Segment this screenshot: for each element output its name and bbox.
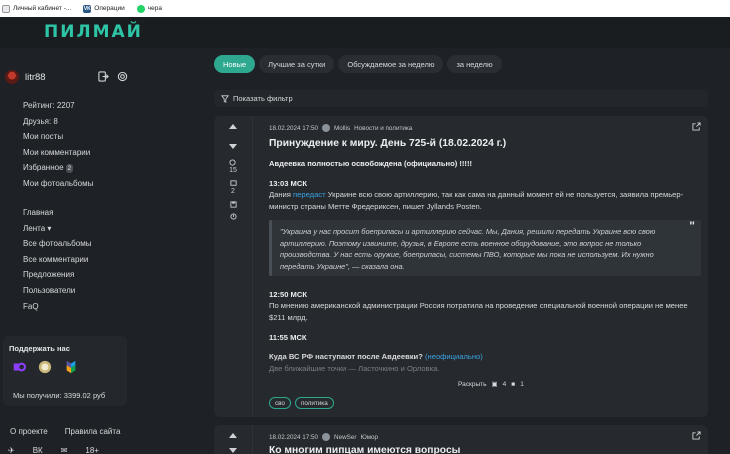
bookmark-operations[interactable]: VK Операции — [83, 4, 125, 13]
post-tags: сво политика — [269, 397, 334, 409]
tag-politics[interactable]: политика — [294, 397, 334, 409]
sidebar: litr88 Рейтинг: 2207 Друзья: 8 Мои посты… — [0, 48, 132, 454]
whatsapp-icon — [136, 4, 145, 13]
my-albums-link[interactable]: Мои фотоальбомы — [23, 176, 93, 192]
username[interactable]: litr88 — [25, 72, 46, 83]
info-icon — [229, 213, 237, 220]
support-received: Мы получили: 3399.02 руб — [13, 391, 106, 400]
bookmark-chera[interactable]: чера — [136, 4, 162, 13]
report-button[interactable] — [229, 213, 237, 220]
user-profile[interactable]: litr88 — [5, 70, 46, 84]
sbp-emblem-icon[interactable] — [38, 360, 52, 374]
message-icon — [229, 180, 237, 186]
support-title: Поддержать нас — [9, 344, 70, 353]
quote-icon: " — [689, 219, 695, 233]
age-rating-badge: 18+ — [85, 446, 99, 454]
upvote-icon[interactable] — [229, 433, 237, 438]
video-count-icon: ■ — [511, 380, 516, 388]
unofficial-link[interactable]: (неофициально) — [425, 352, 483, 361]
my-comments-link[interactable]: Мои комментарии — [23, 145, 93, 161]
vk-icon: VK — [83, 4, 92, 13]
post-paragraph: По мнению американской администрации Рос… — [269, 301, 688, 322]
author-link[interactable]: Mollis — [334, 125, 350, 132]
rating-stat: Рейтинг: 2207 — [23, 101, 75, 110]
vk-social-icon[interactable]: ВК — [33, 446, 43, 454]
tab-best-day[interactable]: Лучшие за сутки — [259, 55, 335, 73]
post-quote: "Украина у нас просит боеприпасы и артил… — [269, 220, 701, 276]
category-link[interactable]: Юмор — [360, 434, 378, 441]
about-link[interactable]: О проекте — [10, 427, 48, 436]
main-nav: Главная Лента ▾ Все фотоальбомы Все комм… — [23, 205, 91, 314]
time-stamp: 11:55 МСК — [269, 333, 307, 342]
filter-toggle[interactable]: Показать фильтр — [214, 90, 708, 107]
time-stamp: 13:03 МСК — [269, 179, 307, 188]
author-avatar[interactable] — [322, 433, 331, 441]
expand-post-button[interactable]: Раскрыть ▣ 4 ■ 1 — [458, 380, 524, 389]
post-card: 15 2 18.02.2024 17:50 Mollis Новости и п… — [214, 116, 708, 417]
avatar[interactable] — [5, 70, 19, 84]
user-menu: Рейтинг: 2207 Друзья: 8 Мои посты Мои ко… — [23, 98, 93, 192]
vote-column: 15 2 — [214, 116, 253, 417]
nav-feed[interactable]: Лента ▾ — [23, 221, 91, 237]
nav-suggestions[interactable]: Предложения — [23, 267, 91, 283]
downvote-icon[interactable] — [229, 448, 237, 453]
support-panel: Поддержать нас Мы получили: 3399.02 руб — [3, 336, 127, 406]
favorites-count-badge: 2 — [65, 164, 74, 174]
my-posts-link[interactable]: Мои посты — [23, 129, 93, 145]
image-count-icon: ▣ — [491, 381, 498, 388]
vote-column — [214, 425, 253, 454]
tab-week[interactable]: за неделю — [447, 55, 502, 73]
category-link[interactable]: Новости и политика — [354, 125, 412, 132]
nav-all-comments[interactable]: Все комментарии — [23, 252, 91, 268]
site-logo[interactable]: ПИЛМАЙ — [44, 22, 143, 42]
nav-faq[interactable]: FaQ — [23, 299, 91, 315]
bookmarks-bar: Личный кабинет -... VK Операции чера — [0, 0, 730, 17]
post-paragraph: Дания передаст Украине всю свою артиллер… — [269, 190, 684, 211]
author-link[interactable]: NewSer — [334, 434, 356, 441]
save-icon — [229, 201, 237, 208]
post-title[interactable]: Принуждение к миру. День 725-й (18.02.20… — [269, 138, 506, 149]
favorites-link[interactable]: Избранное 2 — [23, 160, 93, 176]
author-avatar[interactable] — [322, 124, 331, 132]
source-link[interactable]: передаст — [293, 190, 326, 199]
nav-all-albums[interactable]: Все фотоальбомы — [23, 236, 91, 252]
upvote-icon[interactable] — [229, 124, 237, 129]
faded-preview-line: Две ближайшие точки — Ласточкино и Орлов… — [269, 364, 440, 373]
feed-tabs: Новые Лучшие за сутки Обсуждаемое за нед… — [214, 55, 502, 73]
telegram-icon[interactable]: ✈ — [8, 446, 15, 454]
tag-svo[interactable]: сво — [269, 397, 291, 409]
post-meta: 18.02.2024 17:50 NewSer Юмор — [269, 433, 379, 441]
external-link-icon[interactable] — [692, 431, 701, 440]
friends-link[interactable]: Друзья: 8 — [23, 114, 93, 130]
post-subheadline: Куда ВС РФ наступают после Авдеевки? (не… — [269, 352, 483, 361]
yoomoney-icon[interactable] — [12, 360, 26, 374]
filter-icon — [221, 94, 229, 103]
sbp-icon[interactable] — [64, 360, 78, 374]
nav-home[interactable]: Главная — [23, 205, 91, 221]
nav-users[interactable]: Пользователи — [23, 283, 91, 299]
logout-icon[interactable] — [98, 71, 109, 82]
comment-icon — [229, 159, 237, 166]
post-meta: 18.02.2024 17:50 Mollis Новости и полити… — [269, 124, 413, 132]
saves-stat[interactable]: 2 — [229, 180, 237, 196]
post-headline: Авдеевка полностью освобождена (официаль… — [269, 159, 472, 168]
save-button[interactable] — [229, 201, 237, 208]
post-title[interactable]: Ко многим пипцам имеются вопросы — [269, 445, 460, 454]
external-link-icon[interactable] — [692, 122, 701, 131]
document-icon — [2, 4, 10, 13]
tab-discussed-week[interactable]: Обсуждаемое за неделю — [338, 55, 444, 73]
site-header: ПИЛМАЙ — [0, 17, 730, 48]
mail-icon[interactable]: ✉ — [61, 446, 68, 454]
settings-icon[interactable] — [117, 71, 128, 82]
post-card: 18.02.2024 17:50 NewSer Юмор Ко многим п… — [214, 425, 708, 454]
downvote-icon[interactable] — [229, 144, 237, 149]
comments-stat[interactable]: 15 — [229, 159, 237, 175]
tab-new[interactable]: Новые — [214, 55, 256, 73]
time-stamp: 12:50 МСК — [269, 290, 307, 299]
bookmark-personal-cabinet[interactable]: Личный кабинет -... — [2, 4, 71, 13]
rules-link[interactable]: Правила сайта — [65, 427, 121, 436]
